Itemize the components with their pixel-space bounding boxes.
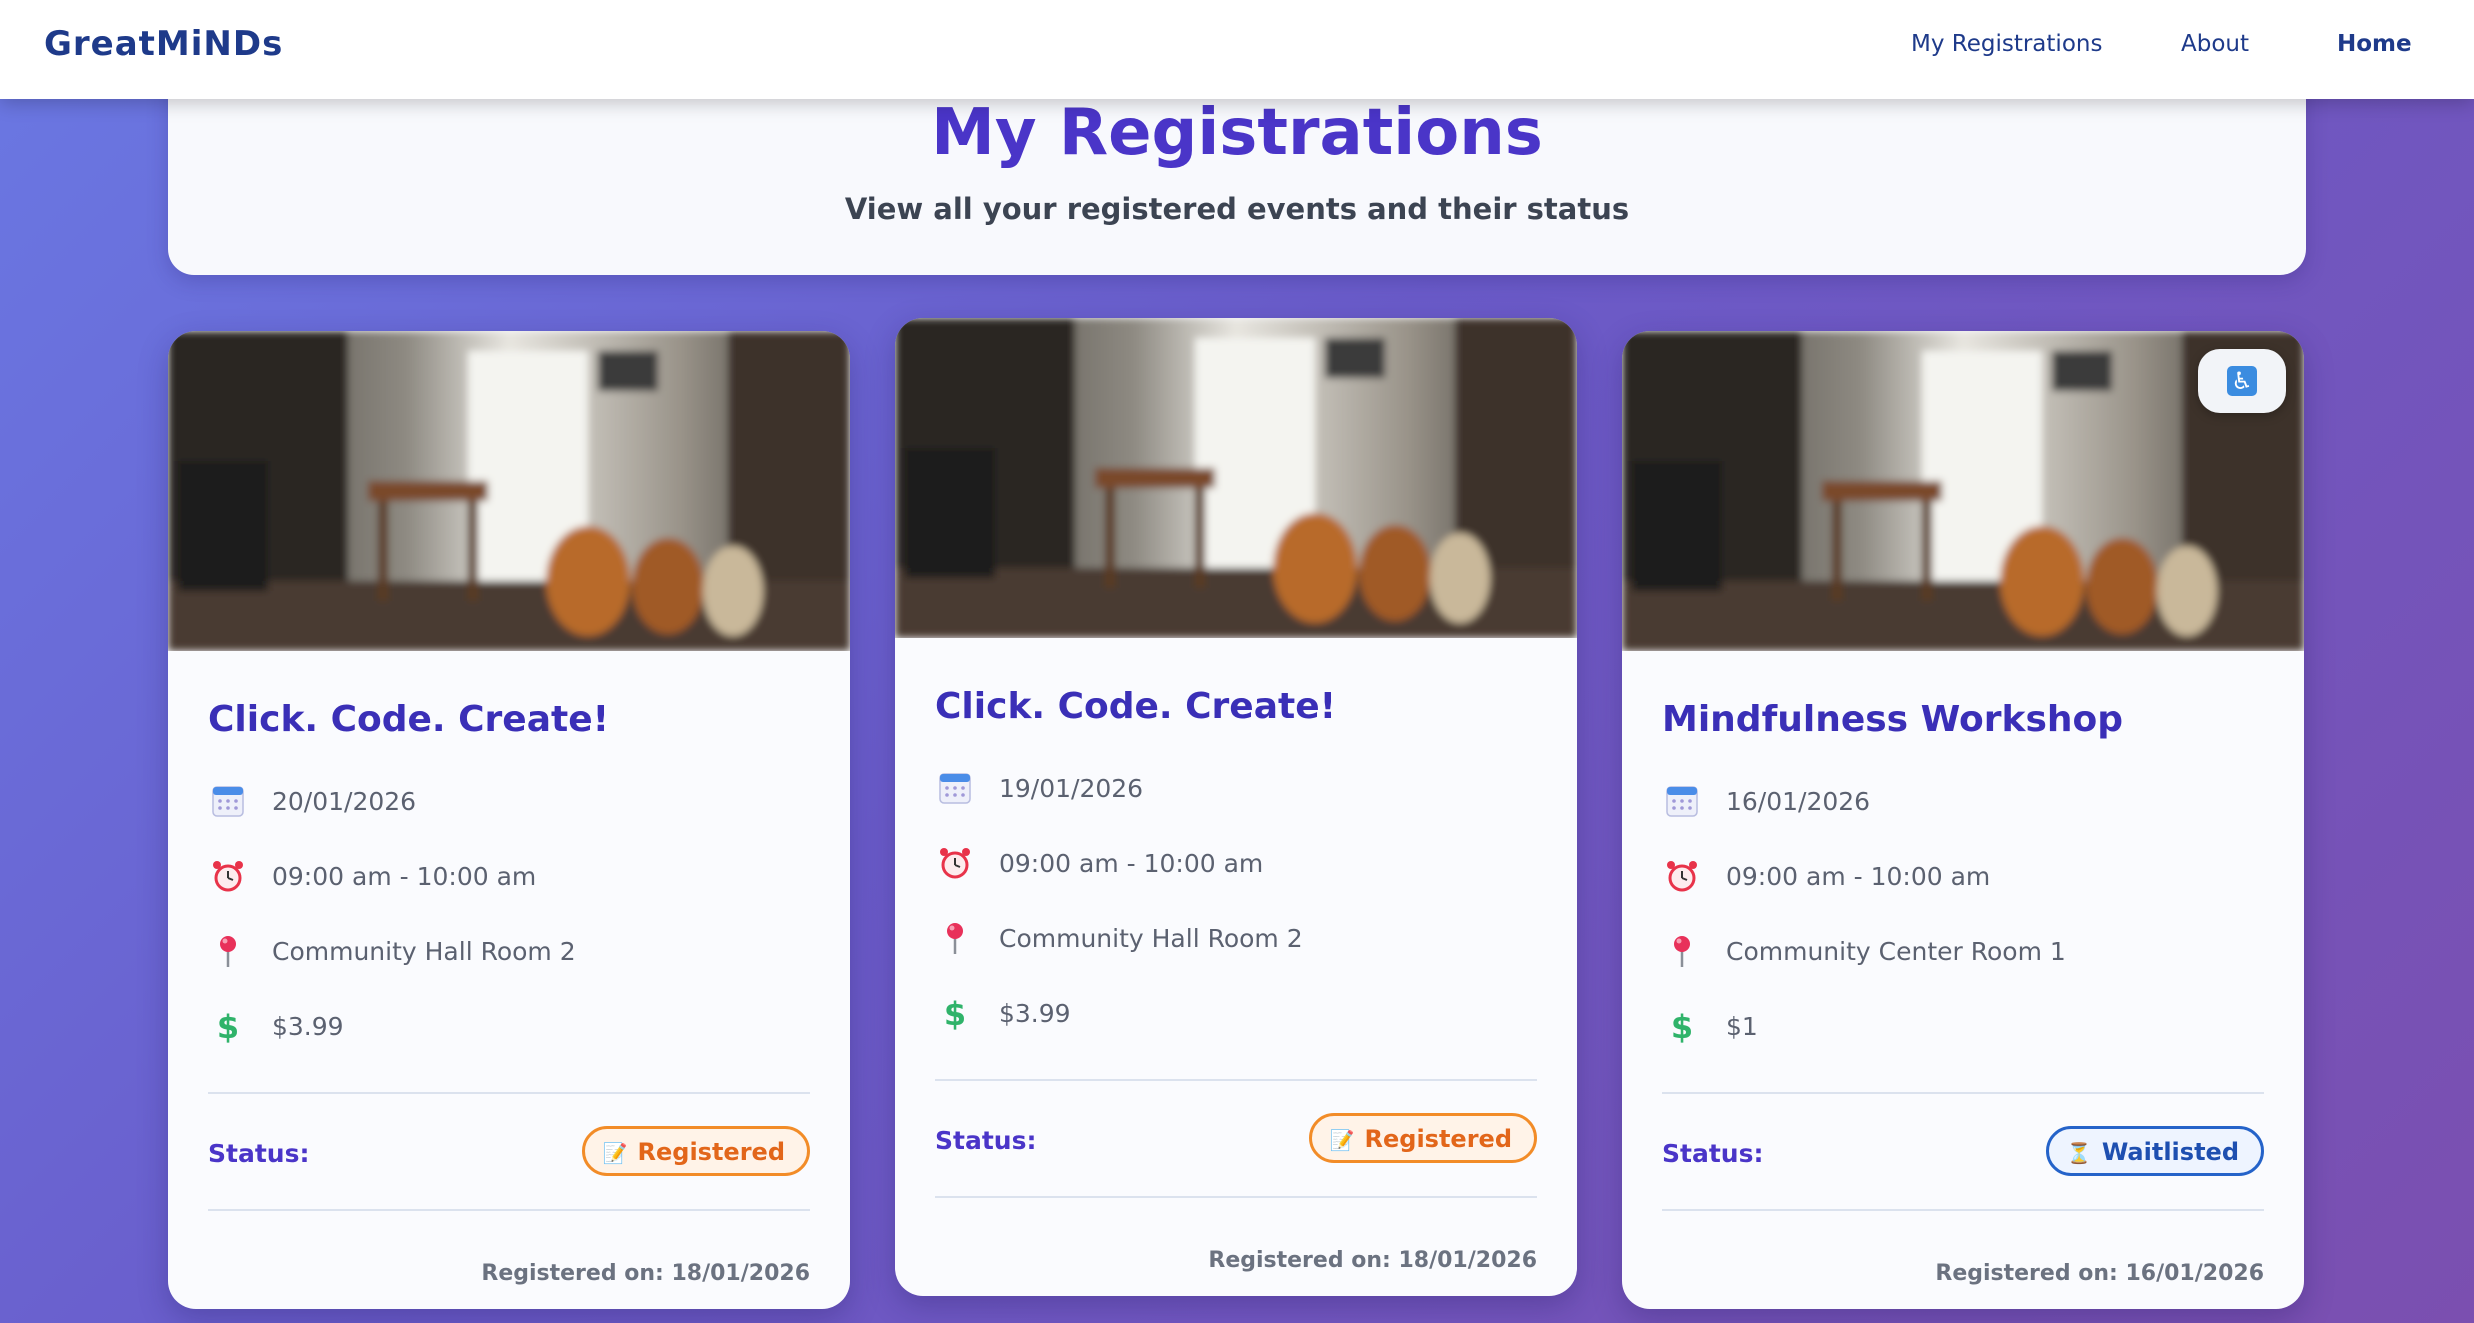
event-title[interactable]: Mindfulness Workshop <box>1662 699 2123 740</box>
divider <box>1662 1209 2264 1211</box>
nav-link-my-registrations[interactable]: My Registrations <box>1911 31 2102 57</box>
dollar-icon: $ <box>1671 1008 1693 1046</box>
event-location-text: Community Center Room 1 <box>1726 937 2066 966</box>
event-image <box>168 331 850 651</box>
event-location-text: Community Hall Room 2 <box>999 924 1303 953</box>
divider <box>935 1079 1537 1081</box>
status-text: Registered <box>1364 1125 1513 1153</box>
event-date-text: 20/01/2026 <box>272 787 417 816</box>
event-title[interactable]: Click. Code. Create! <box>208 699 609 740</box>
wheelchair-icon: ♿ <box>2227 366 2257 396</box>
nav-link-home[interactable]: Home <box>2337 31 2412 57</box>
pushpin-icon <box>947 923 963 954</box>
divider <box>208 1209 810 1211</box>
calendar-icon <box>212 786 244 817</box>
pushpin-icon <box>1674 936 1690 967</box>
svg-text:$: $ <box>1671 1008 1693 1046</box>
dollar-icon: $ <box>217 1008 239 1046</box>
divider <box>1662 1092 2264 1094</box>
nav-link-about[interactable]: About <box>2181 31 2249 57</box>
alarm-clock-icon <box>940 848 970 879</box>
svg-text:$: $ <box>217 1008 239 1046</box>
registration-card[interactable]: Click. Code. Create! 20/01/2026 09:00 am… <box>168 331 850 1309</box>
event-time-text: 09:00 am - 10:00 am <box>272 862 537 891</box>
dollar-icon: $ <box>944 995 966 1033</box>
calendar-icon <box>1666 786 1698 817</box>
status-text: Registered <box>637 1138 786 1166</box>
status-label: Status: <box>208 1139 310 1168</box>
registered-on-date: Registered on: 18/01/2026 <box>481 1261 810 1286</box>
hourglass-icon: ⏳ <box>2066 1141 2092 1165</box>
status-label: Status: <box>1662 1139 1764 1168</box>
event-title[interactable]: Click. Code. Create! <box>935 686 1336 727</box>
event-date-text: 19/01/2026 <box>999 774 1144 803</box>
calendar-icon <box>939 773 971 804</box>
event-price-text: $3.99 <box>272 1012 344 1041</box>
status-badge: ⏳ Waitlisted <box>2045 1126 2264 1176</box>
event-image <box>895 318 1577 638</box>
brand-logo[interactable]: GreatMiNDs <box>44 24 283 64</box>
memo-icon: 📝 <box>1329 1128 1355 1152</box>
memo-icon: 📝 <box>602 1141 628 1165</box>
event-image: ♿ <box>1622 331 2304 651</box>
status-badge: 📝 Registered <box>1308 1113 1537 1163</box>
svg-text:$: $ <box>944 995 966 1033</box>
page-subtitle: View all your registered events and thei… <box>844 192 1630 226</box>
status-text: Waitlisted <box>2101 1138 2239 1166</box>
registration-card[interactable]: ♿ Mindfulness Workshop 16/01/2026 09:00 … <box>1622 331 2304 1309</box>
event-price-text: $3.99 <box>999 999 1071 1028</box>
top-navbar: GreatMiNDs My Registrations About Home <box>0 0 2474 99</box>
divider <box>935 1196 1537 1198</box>
event-location-text: Community Hall Room 2 <box>272 937 576 966</box>
event-time-text: 09:00 am - 10:00 am <box>1726 862 1991 891</box>
status-label: Status: <box>935 1126 1037 1155</box>
status-badge: 📝 Registered <box>581 1126 810 1176</box>
alarm-clock-icon <box>1667 861 1697 892</box>
alarm-clock-icon <box>213 861 243 892</box>
event-time-text: 09:00 am - 10:00 am <box>999 849 1264 878</box>
registered-on-date: Registered on: 16/01/2026 <box>1935 1261 2264 1286</box>
event-price-text: $1 <box>1726 1012 1758 1041</box>
pushpin-icon <box>220 936 236 967</box>
registration-card[interactable]: Click. Code. Create! 19/01/2026 09:00 am… <box>895 318 1577 1296</box>
registered-on-date: Registered on: 18/01/2026 <box>1208 1248 1537 1273</box>
page-title: My Registrations <box>931 96 1543 170</box>
accessibility-badge[interactable]: ♿ <box>2198 349 2286 413</box>
event-date-text: 16/01/2026 <box>1726 787 1871 816</box>
divider <box>208 1092 810 1094</box>
